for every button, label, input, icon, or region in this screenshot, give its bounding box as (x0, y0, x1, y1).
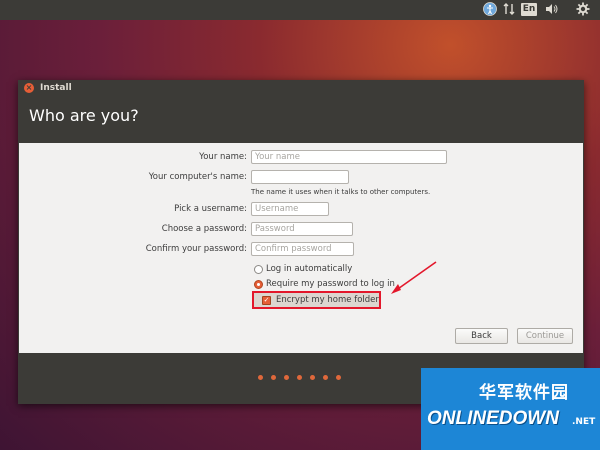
watermark-brand-text: ONLINEDOWN (427, 408, 559, 429)
watermark-net-text: .NET (572, 417, 596, 427)
site-watermark: 华军软件园 ONLINEDOWN .NET (421, 368, 600, 450)
watermark-chinese-text: 华军软件园 (479, 383, 569, 403)
